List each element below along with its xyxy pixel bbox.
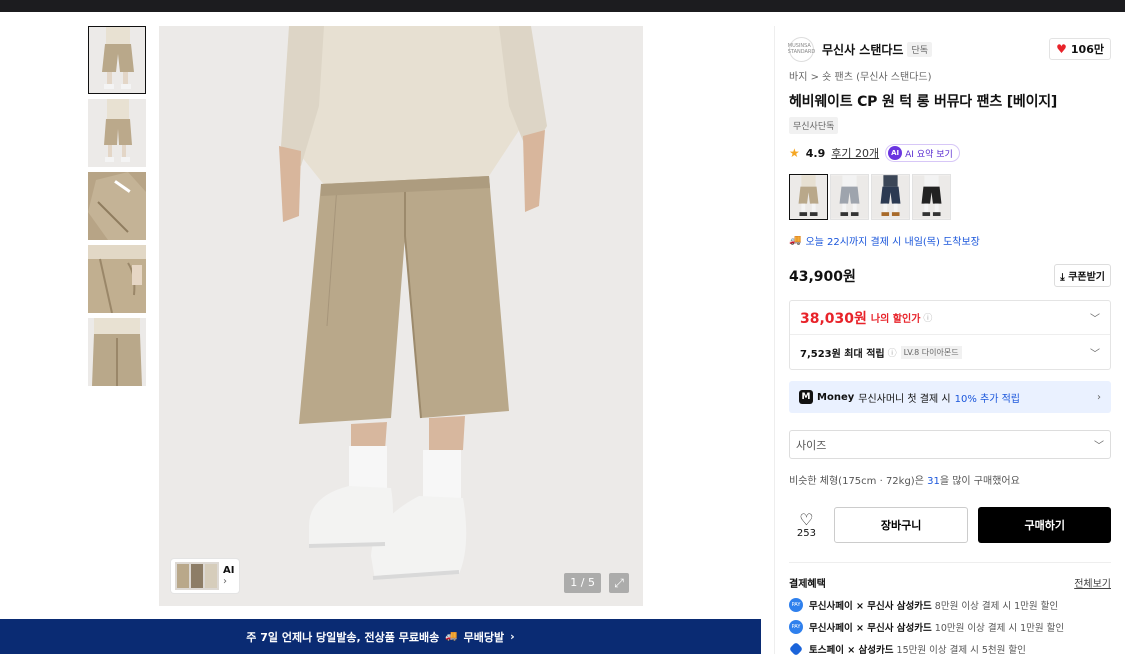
benefit-item: PAY 무신사페이 × 무신사 삼성카드 8만원 이상 결제 시 1만원 할인 (789, 598, 1111, 612)
musinsa-pay-icon: PAY (789, 598, 803, 612)
rating-row: ★ 4.9 후기 20개 AI AI 요약 보기 (789, 144, 1111, 162)
swatch-gray[interactable] (830, 174, 869, 220)
product-photo (159, 26, 643, 606)
product-title: 헤비웨이트 CP 원 턱 롱 버뮤다 팬츠 [베이지] (789, 94, 1058, 110)
level-tag: LV.8 다이아몬드 (900, 345, 962, 359)
points-row[interactable]: 7,523원 최대 적립 ⓘ LV.8 다이아몬드 ﹀ (790, 335, 1110, 369)
benefit-detail: 15만원 이상 결제 시 5천원 할인 (893, 645, 1026, 656)
chevron-down-icon: ﹀ (1090, 348, 1100, 360)
benefit-partner: 토스페이 × 삼성카드 (809, 645, 894, 656)
similar-suffix: 을 많이 구매했어요 (939, 476, 1020, 487)
coupon-button-label: 쿠폰받기 (1068, 272, 1105, 283)
brand-like-count: 106만 (1070, 43, 1104, 56)
breadcrumb-subcategory[interactable]: 숏 팬츠 (무신사 스탠다드) (822, 72, 931, 83)
payment-benefits-header: 결제혜택 전체보기 (789, 562, 1111, 590)
color-swatches (789, 174, 1111, 220)
product-info-panel: MUSINSA STANDARD 무신사 스탠다드 단독 ♥ 106만 바지 >… (774, 26, 1125, 656)
coupon-button[interactable]: ⤓ 쿠폰받기 (1054, 264, 1111, 287)
chevron-down-icon: ﹀ (1094, 441, 1104, 452)
similar-body-hint: 비슷한 체형(175cm · 72kg)은 31을 많이 구매했어요 (789, 472, 1111, 487)
thumbnail-list (88, 26, 146, 391)
discounted-price: 38,030원 (800, 310, 867, 327)
heart-outline-icon: ♡ (799, 509, 814, 529)
wishlist-count: 253 (796, 527, 816, 539)
ai-label: AI (223, 565, 235, 576)
original-price: 43,900원 (789, 268, 856, 285)
view-all-link[interactable]: 전체보기 (1074, 575, 1111, 590)
benefit-partner: 무신사페이 × 무신사 삼성카드 (809, 601, 932, 612)
ai-style-preview (175, 562, 219, 590)
swatch-navy[interactable] (871, 174, 910, 220)
swatch-black[interactable] (912, 174, 951, 220)
shipping-banner[interactable]: 주 7일 언제나 당일발송, 전상품 무료배송 🚚 무배당발 › (0, 619, 761, 654)
thumbnail-2[interactable] (88, 99, 146, 167)
thumbnail-3[interactable] (88, 172, 146, 240)
ai-style-chip[interactable]: AI › (171, 559, 239, 593)
brand-row: MUSINSA STANDARD 무신사 스탠다드 단독 ♥ 106만 (788, 26, 1111, 72)
size-select[interactable]: 사이즈 ﹀ (789, 430, 1111, 459)
wishlist-button[interactable]: ♡ 253 (789, 509, 824, 539)
purchase-actions: ♡ 253 장바구니 구매하기 (789, 507, 1112, 543)
benefit-detail: 10만원 이상 결제 시 1만원 할인 (931, 623, 1065, 634)
similar-number: 31 (927, 476, 940, 487)
star-icon: ★ (789, 146, 800, 160)
chevron-right-icon: › (510, 630, 515, 643)
chevron-down-icon: ﹀ (1090, 314, 1100, 325)
money-icon: M (799, 390, 813, 404)
top-bar (0, 0, 1125, 12)
rating-score: 4.9 (805, 146, 826, 160)
points-text: 7,523원 최대 적립 (800, 348, 885, 360)
exclusive-tag: 무신사단독 (789, 117, 839, 134)
discount-box: 38,030원 나의 할인가 ⓘ ﹀ 7,523원 최대 적립 ⓘ LV.8 다… (789, 300, 1111, 370)
breadcrumb-category[interactable]: 바지 (789, 72, 807, 83)
thumbnail-4[interactable] (88, 245, 146, 313)
chevron-right-icon: › (223, 576, 227, 587)
image-counter: 1 / 5 (564, 573, 601, 593)
info-icon[interactable]: ⓘ (923, 311, 932, 324)
breadcrumb: 바지 > 숏 팬츠 (무신사 스탠다드) (789, 68, 1111, 83)
delivery-text: 오늘 22시까지 결제 시 내일(목) 도착보장 (805, 237, 980, 248)
money-highlight: 10% 추가 적립 (954, 393, 1020, 405)
money-text: 무신사머니 첫 결제 시 (858, 393, 951, 405)
truck-icon: 🚚 (445, 631, 458, 642)
ai-style-label: AI › (223, 565, 234, 587)
heart-icon: ♥ (1056, 42, 1067, 56)
buy-now-button[interactable]: 구매하기 (978, 507, 1112, 543)
musinsa-money-banner[interactable]: M Money 무신사머니 첫 결제 시 10% 추가 적립 › (789, 381, 1111, 413)
thumbnail-5[interactable] (88, 318, 146, 386)
chevron-right-icon: › (1097, 391, 1101, 403)
truck-icon: 🚚 (789, 235, 802, 246)
my-discount-row[interactable]: 38,030원 나의 할인가 ⓘ ﹀ (790, 301, 1110, 335)
thumbnail-1[interactable] (88, 26, 146, 94)
ai-icon: AI (888, 146, 903, 160)
banner-text: 주 7일 언제나 당일발송, 전상품 무료배송 (246, 630, 440, 644)
info-icon[interactable]: ⓘ (888, 346, 897, 359)
ai-summary-button[interactable]: AI AI 요약 보기 (885, 144, 960, 162)
swatch-beige[interactable] (789, 174, 828, 220)
ai-summary-label: AI 요약 보기 (905, 149, 953, 160)
benefit-item: PAY 무신사페이 × 무신사 삼성카드 10만원 이상 결제 시 1만원 할인 (789, 620, 1111, 634)
similar-prefix: 비슷한 체형(175cm · 72kg)은 (789, 476, 924, 487)
benefit-detail: 8만원 이상 결제 시 1만원 할인 (931, 601, 1059, 612)
brand-like-button[interactable]: ♥ 106만 (1049, 38, 1111, 60)
add-to-cart-button[interactable]: 장바구니 (833, 507, 969, 543)
expand-icon[interactable]: ⤢ (609, 573, 629, 593)
brand-tag: 단독 (907, 41, 933, 57)
discount-label: 나의 할인가 (870, 314, 921, 325)
size-select-placeholder: 사이즈 (796, 438, 827, 452)
reviews-link[interactable]: 후기 20개 (831, 145, 879, 161)
musinsa-pay-icon: PAY (789, 620, 803, 634)
banner-badge: 무배당발 (463, 630, 505, 644)
benefit-partner: 무신사페이 × 무신사 삼성카드 (809, 623, 932, 634)
breadcrumb-separator: > (810, 72, 819, 83)
main-product-image[interactable]: AI › 1 / 5 ⤢ (159, 26, 643, 606)
price-row: 43,900원 ⤓ 쿠폰받기 (789, 264, 1111, 287)
brand-name[interactable]: 무신사 스탠다드 (822, 41, 903, 58)
delivery-guarantee: 🚚 오늘 22시까지 결제 시 내일(목) 도착보장 (789, 233, 1111, 248)
money-brand: Money (817, 391, 855, 403)
payment-benefits-heading: 결제혜택 (789, 579, 826, 590)
brand-logo[interactable]: MUSINSA STANDARD (788, 36, 815, 62)
